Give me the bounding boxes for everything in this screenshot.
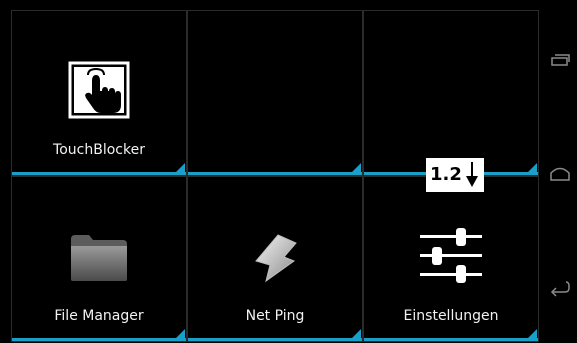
folder-icon — [69, 233, 129, 287]
tile-label: TouchBlocker — [53, 142, 145, 158]
tile-accent-bar — [188, 338, 362, 341]
tile-touchblocker[interactable]: TouchBlocker — [11, 10, 187, 176]
tile-empty[interactable] — [187, 10, 363, 176]
tile-label: Net Ping — [245, 308, 305, 324]
tile-accent-bar — [188, 172, 362, 175]
tile-accent-bar — [12, 338, 186, 341]
home-icon[interactable] — [550, 163, 570, 183]
version-text: 1.2 — [430, 164, 462, 185]
resize-corner — [528, 163, 537, 172]
navigation-bar — [540, 0, 577, 343]
tile-net-ping[interactable]: Net Ping — [187, 176, 363, 342]
back-icon[interactable] — [550, 278, 570, 298]
tile-accent-bar — [12, 172, 186, 175]
touch-hand-icon — [68, 61, 130, 123]
home-screen: TouchBlocker File Manager Net Ping Einst… — [0, 0, 577, 343]
arrow-down-icon — [465, 162, 479, 193]
resize-corner — [176, 329, 185, 338]
resize-corner — [528, 329, 537, 338]
version-badge: 1.2 — [426, 158, 484, 192]
sliders-icon — [418, 227, 484, 287]
recent-apps-icon[interactable] — [550, 52, 570, 72]
resize-corner — [176, 163, 185, 172]
resize-corner — [352, 329, 361, 338]
tile-label: Einstellungen — [403, 308, 499, 324]
tile-file-manager[interactable]: File Manager — [11, 176, 187, 342]
lightning-icon — [248, 233, 302, 287]
tile-empty[interactable] — [363, 10, 539, 176]
tile-label: File Manager — [54, 308, 144, 324]
resize-corner — [352, 163, 361, 172]
tile-einstellungen[interactable]: Einstellungen — [363, 176, 539, 342]
tile-accent-bar — [364, 338, 538, 341]
